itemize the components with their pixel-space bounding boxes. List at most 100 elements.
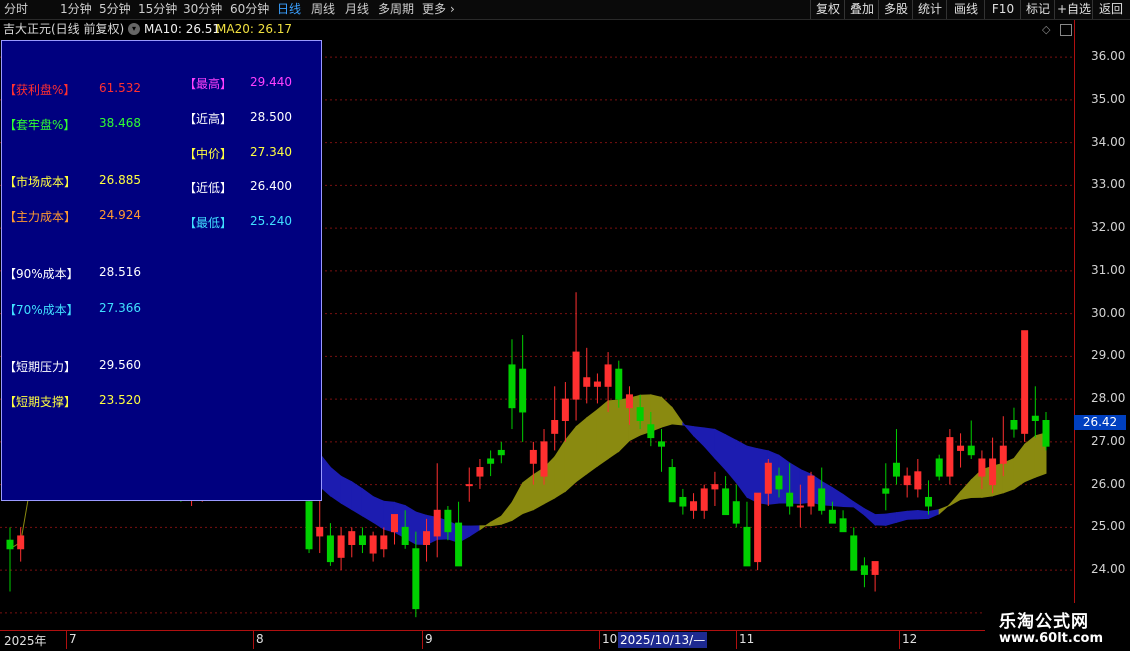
chevron-down-icon[interactable]: ▾ (128, 23, 140, 35)
candle-body (828, 509, 836, 524)
period-tab-fenshi[interactable]: 分时 (4, 1, 28, 18)
period-tab-60min[interactable]: 60分钟 (230, 1, 269, 18)
trend-band-segment (500, 501, 513, 525)
price-tick-label: 35.00 (1091, 91, 1126, 106)
candle (358, 527, 366, 554)
chip-value: 26.400 (250, 179, 292, 193)
trend-band-segment (468, 525, 481, 538)
period-tab-15min[interactable]: 15分钟 (138, 1, 177, 18)
candle-body (978, 458, 986, 477)
price-tick-label: 27.00 (1091, 433, 1126, 448)
candle-body (412, 548, 420, 610)
trend-band-segment (917, 509, 930, 520)
trend-band-segment (671, 406, 684, 426)
chip-value: 29.560 (99, 358, 141, 372)
multi-stock-button[interactable]: 多股 (878, 0, 913, 19)
diamond-icon[interactable]: ◇ (1042, 20, 1050, 39)
candle-body (497, 449, 505, 456)
candle-body (551, 420, 559, 434)
candle (390, 514, 398, 545)
statistics-button[interactable]: 统计 (912, 0, 947, 19)
trend-band-segment (372, 495, 385, 531)
candle-body (647, 424, 655, 439)
candle-body (860, 565, 868, 575)
candle-body (850, 535, 858, 571)
fuquan-button[interactable]: 复权 (810, 0, 845, 19)
candle-body (444, 509, 452, 533)
candle-body (433, 509, 441, 537)
price-tick-label: 29.00 (1091, 348, 1126, 363)
period-tab-multi[interactable]: 多周期 (378, 1, 414, 18)
price-tick-label: 31.00 (1091, 262, 1126, 277)
trend-band-segment (329, 466, 342, 504)
candle-body (1042, 420, 1050, 447)
candle (882, 463, 890, 511)
chip-value: 29.440 (250, 75, 292, 89)
chevron-right-icon[interactable]: › (450, 1, 455, 18)
period-tab-more[interactable]: 更多 (422, 1, 446, 18)
candle-body (903, 475, 911, 486)
draw-line-button[interactable]: 画线 (946, 0, 985, 19)
candle-body (455, 522, 463, 567)
date-tick (899, 631, 900, 649)
back-button[interactable]: 返回 (1092, 0, 1129, 19)
candle (903, 467, 911, 498)
candle-body (786, 492, 794, 507)
period-tab-weekly[interactable]: 周线 (311, 1, 335, 18)
mark-button[interactable]: 标记 (1020, 0, 1055, 19)
candle-body (358, 535, 366, 545)
cursor-date-label: 2025/10/13/— (618, 632, 708, 648)
candle-body (700, 488, 708, 511)
candle (1021, 330, 1029, 442)
trend-band-segment (735, 439, 748, 499)
candle (1010, 407, 1018, 438)
chip-label: 【短期压力】 (4, 360, 77, 374)
trend-band-segment (575, 416, 588, 483)
overlay-button[interactable]: 叠加 (844, 0, 879, 19)
candle-body (892, 462, 900, 477)
chip-label: 【中价】 (184, 147, 233, 161)
chip-label: 【近高】 (184, 112, 233, 126)
candle (925, 480, 933, 515)
window-icon[interactable] (1060, 24, 1072, 36)
candle (722, 476, 730, 516)
price-tick-label: 33.00 (1091, 177, 1126, 192)
candle (348, 527, 356, 558)
add-watchlist-button[interactable]: +自选 (1054, 0, 1093, 19)
candle (732, 484, 740, 528)
candle-body (999, 445, 1007, 464)
date-label-month: 12 (902, 632, 918, 646)
chip-value: 26.885 (99, 173, 141, 187)
candle-body (989, 458, 997, 486)
candle-body (743, 526, 751, 567)
date-tick (422, 631, 423, 649)
f10-button[interactable]: F10 (984, 0, 1021, 19)
chip-label: 【近低】 (184, 181, 233, 195)
candle-body (764, 462, 772, 494)
period-tab-1min[interactable]: 1分钟 (60, 1, 92, 18)
candle-body (957, 445, 965, 451)
period-tab-5min[interactable]: 5分钟 (99, 1, 131, 18)
candle-body (967, 445, 975, 456)
candle-body (711, 484, 719, 490)
chip-value: 38.468 (99, 116, 141, 130)
chip-distribution-panel: 【获利盘%】 61.532 【套牢盘%】 38.468 【市场成本】 26.885 【主力成… (1, 40, 322, 501)
candle-body (775, 475, 783, 490)
trend-band-segment (490, 515, 502, 527)
candle (914, 458, 922, 498)
trend-band-segment (960, 478, 972, 500)
period-tab-monthly[interactable]: 月线 (345, 1, 369, 18)
candle-body (625, 394, 633, 409)
trend-band-segment (703, 427, 716, 460)
chip-value: 25.240 (250, 214, 292, 228)
trend-band-segment (361, 487, 374, 524)
trend-band-segment (596, 399, 609, 468)
period-tab-daily[interactable]: 日线 (277, 1, 301, 18)
period-tab-30min[interactable]: 30分钟 (183, 1, 222, 18)
candle (433, 463, 441, 558)
ma20-value: MA20: 26.17 (216, 22, 293, 36)
candle (957, 433, 965, 468)
candle-body (423, 531, 431, 545)
candle (455, 501, 463, 567)
date-label-month: 7 (69, 632, 77, 646)
